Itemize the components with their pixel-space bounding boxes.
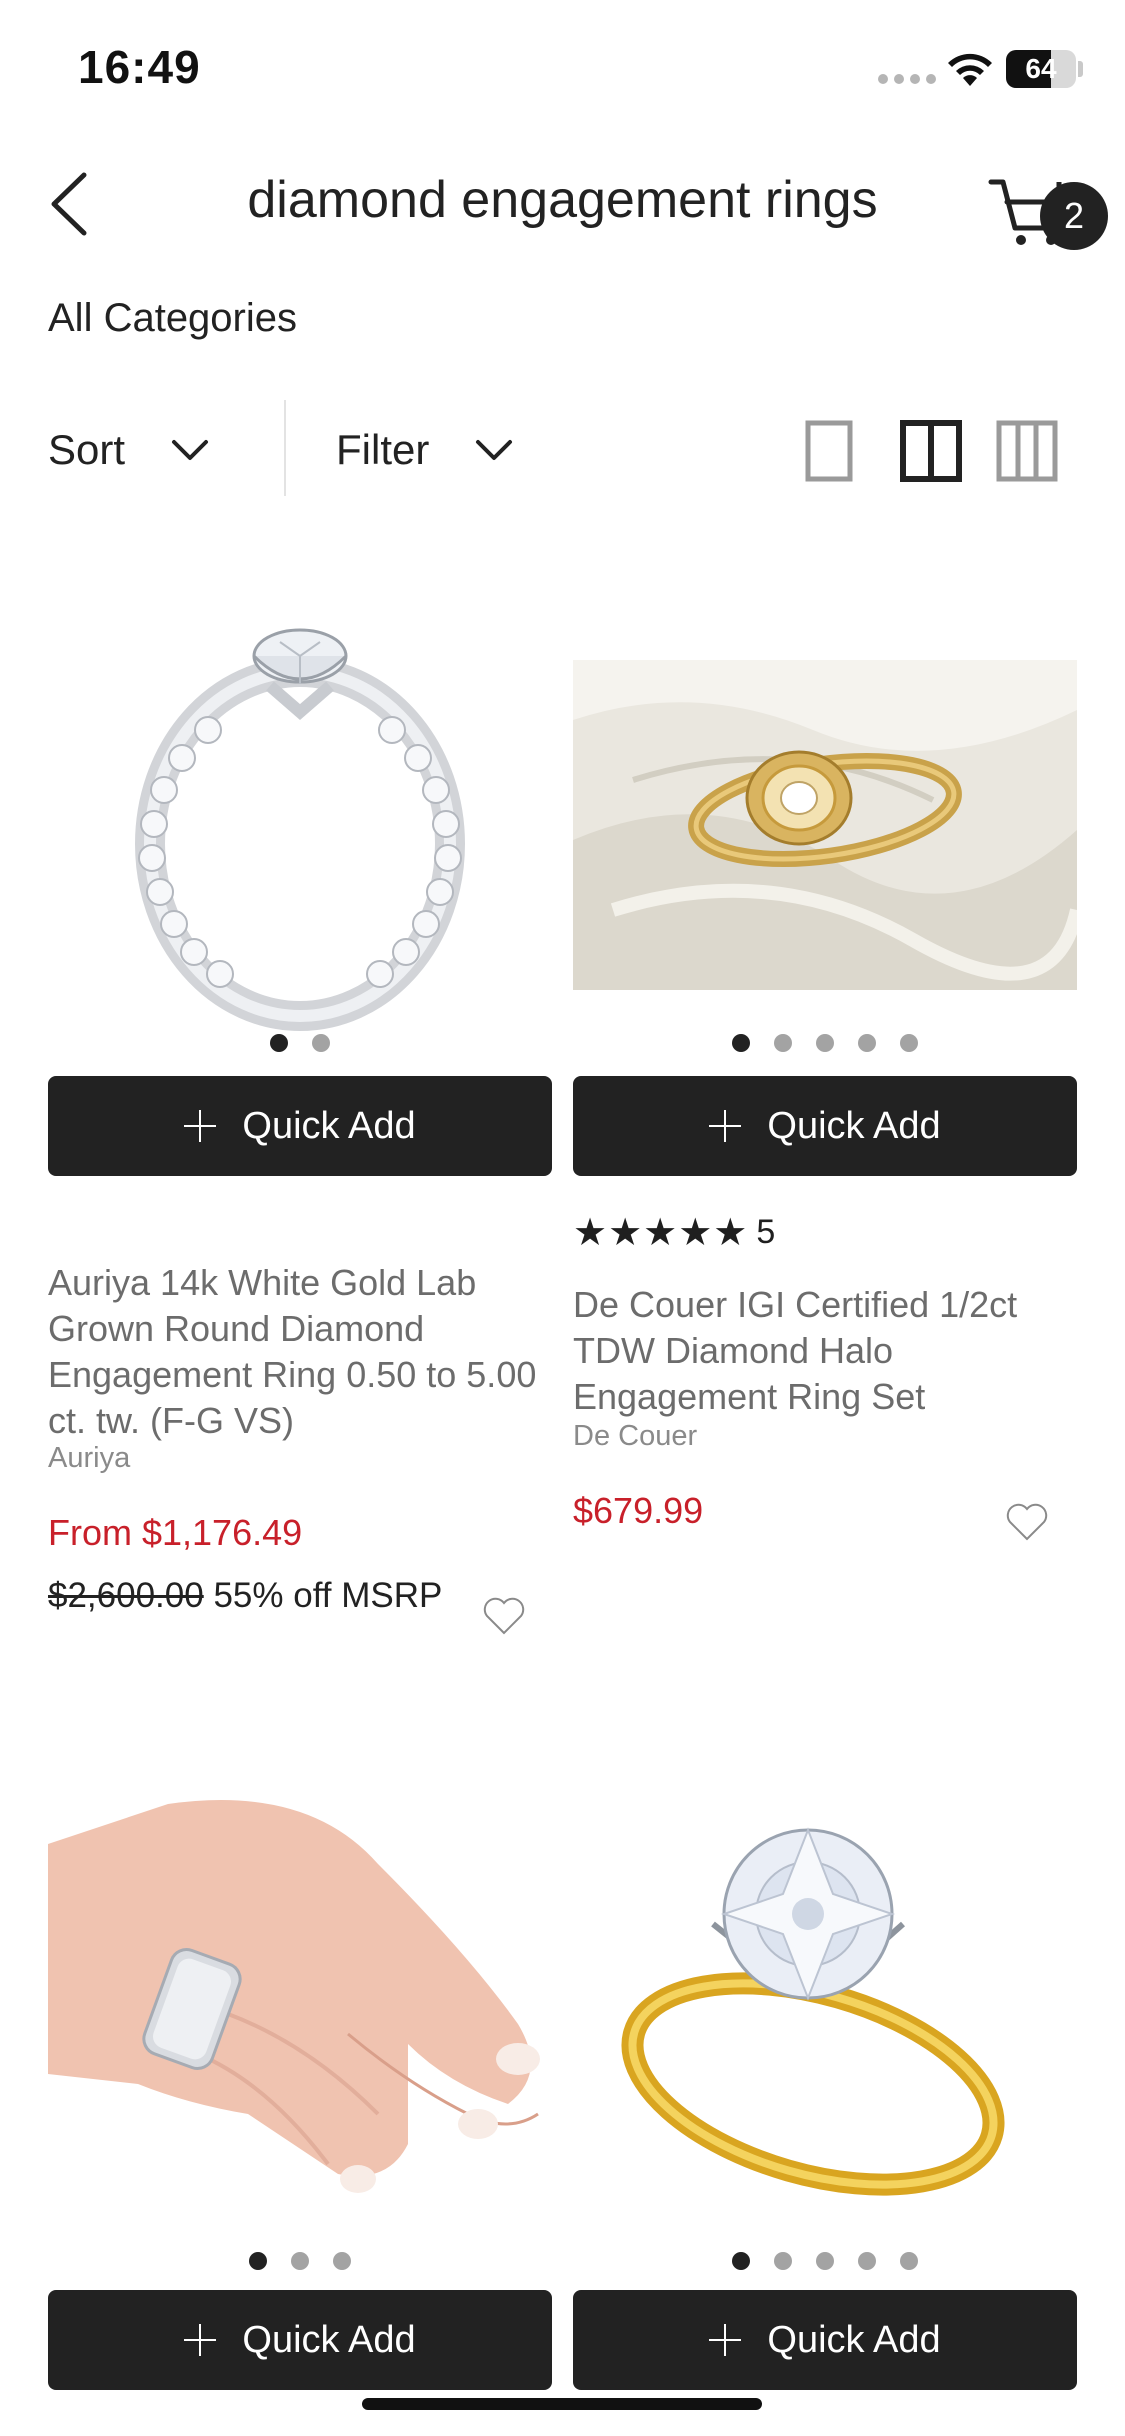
status-time: 16:49	[78, 41, 201, 93]
plus-icon	[709, 2324, 742, 2356]
carousel-dot[interactable]	[270, 1034, 288, 1052]
quick-add-button[interactable]: Quick Add	[573, 2290, 1077, 2390]
product-card[interactable]: Quick Add	[573, 1784, 1077, 2414]
product-image[interactable]	[573, 1784, 1077, 2204]
plus-icon	[184, 1110, 217, 1142]
image-carousel-dots[interactable]	[48, 2252, 552, 2270]
product-image[interactable]	[573, 660, 1077, 990]
carousel-dot[interactable]	[732, 2252, 750, 2270]
filter-label: Filter	[336, 426, 430, 473]
carousel-dot[interactable]	[732, 1034, 750, 1052]
battery-icon: 64	[1006, 50, 1076, 88]
carousel-dot[interactable]	[774, 1034, 792, 1052]
header: diamond engagement rings	[0, 140, 1125, 260]
status-bar: 16:49 64	[0, 0, 1125, 140]
sort-filter-toolbar: Sort Filter	[0, 400, 1125, 500]
quick-add-label: Quick Add	[242, 1104, 416, 1147]
quick-add-button[interactable]: Quick Add	[48, 2290, 552, 2390]
product-brand: De Couer	[573, 1420, 698, 1452]
carousel-dot[interactable]	[816, 2252, 834, 2270]
msrp-info: $2,600.00 55% off MSRP	[48, 1576, 442, 1616]
battery-level: 64	[1025, 53, 1057, 84]
chevron-down-icon	[476, 440, 513, 460]
quick-add-label: Quick Add	[767, 1104, 941, 1147]
quick-add-label: Quick Add	[242, 2318, 416, 2361]
filter-dropdown[interactable]: Filter	[336, 420, 513, 480]
carousel-dot[interactable]	[333, 2252, 351, 2270]
carousel-dot[interactable]	[900, 2252, 918, 2270]
rating-count: 5	[756, 1213, 776, 1251]
gold-halo-ring-image	[573, 660, 1077, 990]
hand-with-ring-image	[48, 1784, 552, 2204]
yellow-gold-solitaire-image	[573, 1784, 1077, 2204]
product-card[interactable]: Quick Add ★★★★★ 5 De Couer IGI Certified…	[573, 600, 1077, 1650]
three-column-view-icon[interactable]	[996, 420, 1058, 482]
msrp-discount: 55% off MSRP	[213, 1576, 443, 1615]
sort-label: Sort	[48, 426, 126, 473]
carousel-dot[interactable]	[900, 1034, 918, 1052]
plus-icon	[709, 1110, 742, 1142]
back-button[interactable]	[40, 164, 100, 244]
carousel-dot[interactable]	[858, 1034, 876, 1052]
cart-count-badge: 2	[1040, 182, 1108, 250]
quick-add-button[interactable]: Quick Add	[48, 1076, 552, 1176]
carousel-dot[interactable]	[816, 1034, 834, 1052]
product-price: $679.99	[573, 1490, 704, 1531]
toolbar-divider	[284, 400, 286, 496]
white-gold-ring-image	[48, 600, 552, 1040]
cellular-signal-icon	[878, 74, 936, 84]
heart-icon[interactable]	[482, 1596, 526, 1636]
carousel-dot[interactable]	[312, 1034, 330, 1052]
image-carousel-dots[interactable]	[48, 1034, 552, 1052]
back-arrow-icon	[51, 172, 87, 236]
heart-icon[interactable]	[1005, 1502, 1049, 1542]
product-image[interactable]	[48, 600, 552, 1040]
single-column-view-icon[interactable]	[804, 420, 866, 482]
product-name[interactable]: Auriya 14k White Gold Lab Grown Round Di…	[48, 1260, 552, 1444]
plus-icon	[184, 2324, 217, 2356]
product-rating: ★★★★★ 5	[573, 1210, 775, 1255]
two-column-view-icon[interactable]	[900, 420, 962, 482]
carousel-dot[interactable]	[774, 2252, 792, 2270]
home-indicator[interactable]	[362, 2398, 762, 2410]
chevron-down-icon	[172, 440, 209, 460]
product-card[interactable]: Quick Add	[48, 1784, 552, 2414]
battery-nub	[1078, 61, 1083, 77]
carousel-dot[interactable]	[249, 2252, 267, 2270]
msrp-price: $2,600.00	[48, 1576, 204, 1615]
wifi-icon	[948, 53, 992, 86]
product-image[interactable]	[48, 1784, 552, 2204]
product-card[interactable]: Quick Add Auriya 14k White Gold Lab Grow…	[48, 600, 552, 1650]
image-carousel-dots[interactable]	[573, 1034, 1077, 1052]
sort-dropdown[interactable]: Sort	[48, 420, 209, 480]
product-brand: Auriya	[48, 1442, 131, 1474]
star-icon: ★★★★★	[573, 1212, 749, 1254]
quick-add-label: Quick Add	[767, 2318, 941, 2361]
page-title: diamond engagement rings	[247, 171, 878, 229]
image-carousel-dots[interactable]	[573, 2252, 1077, 2270]
product-price: From $1,176.49	[48, 1512, 303, 1553]
carousel-dot[interactable]	[291, 2252, 309, 2270]
category-selector[interactable]: All Categories	[48, 296, 297, 341]
quick-add-button[interactable]: Quick Add	[573, 1076, 1077, 1176]
product-name[interactable]: De Couer IGI Certified 1/2ct TDW Diamond…	[573, 1282, 1077, 1420]
carousel-dot[interactable]	[858, 2252, 876, 2270]
